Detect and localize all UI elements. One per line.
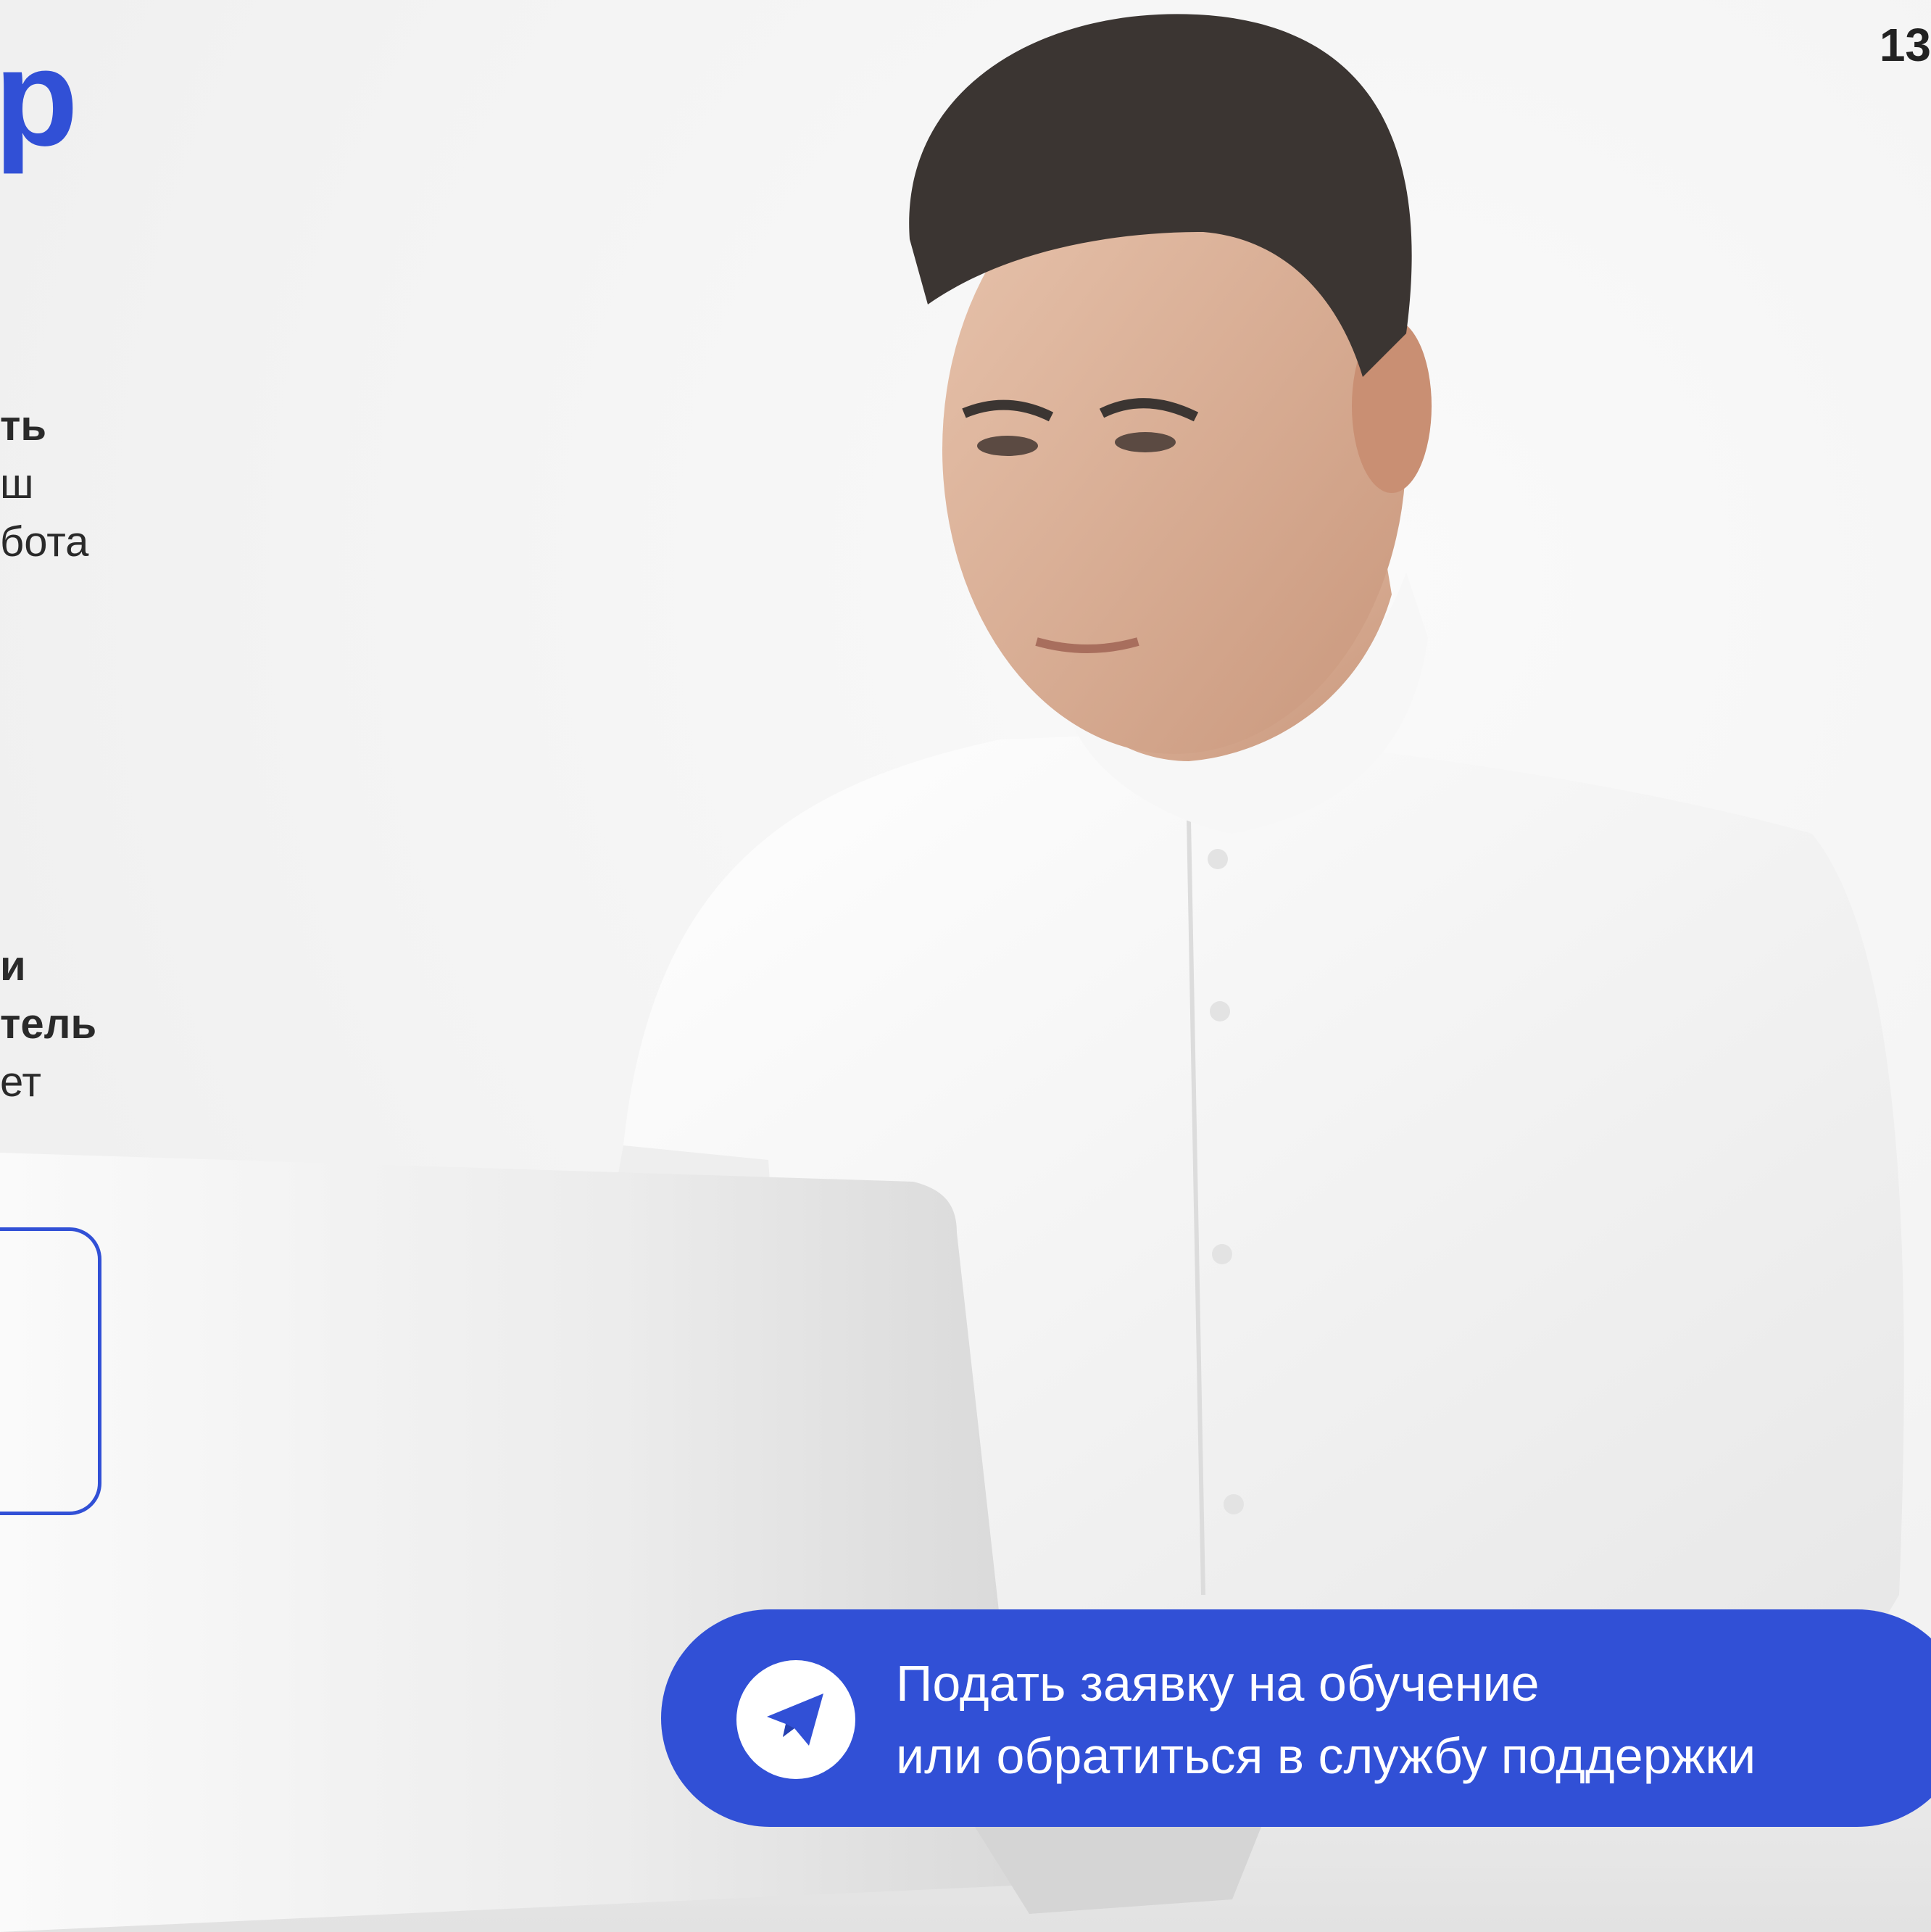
outlined-card bbox=[0, 1227, 101, 1515]
telegram-plane-glyph bbox=[767, 1693, 823, 1746]
text-block-2-line-3: ет bbox=[0, 1058, 41, 1106]
cta-text: Подать заявку на обучение или обратиться… bbox=[896, 1647, 1756, 1792]
text-block-1-line-1: ть bbox=[0, 402, 47, 449]
text-block-2-line-1: и bbox=[0, 942, 26, 990]
slide-title-fragment: р bbox=[0, 21, 78, 175]
text-block-2-line-2: тель bbox=[0, 1000, 97, 1048]
slide-page: р 13 ть ш бота и тель ет Подать заявку н… bbox=[0, 0, 1931, 1932]
apply-or-support-button[interactable]: Подать заявку на обучение или обратиться… bbox=[661, 1609, 1931, 1827]
text-block-1-line-2: ш bbox=[0, 460, 34, 507]
text-block-1-line-3: бота bbox=[0, 518, 89, 565]
page-number: 13 bbox=[1879, 19, 1931, 71]
cta-line-2: или обратиться в службу поддержки bbox=[896, 1728, 1756, 1784]
cta-line-1: Подать заявку на обучение bbox=[896, 1655, 1540, 1712]
telegram-icon bbox=[736, 1660, 855, 1779]
